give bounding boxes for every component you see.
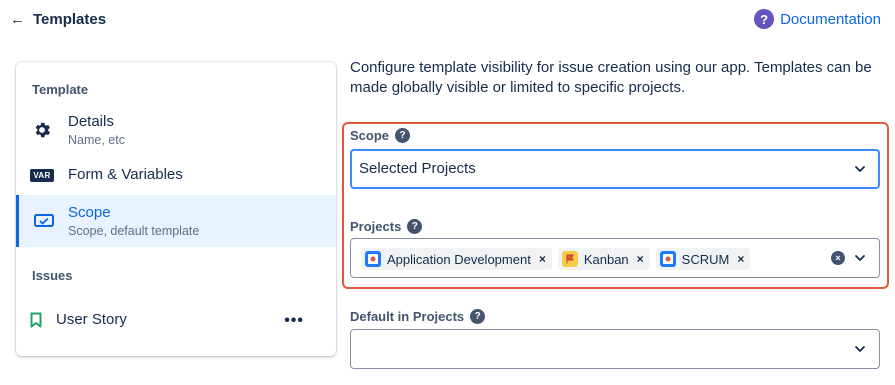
scope-label-text: Scope xyxy=(350,128,390,143)
scope-field-label: Scope ? xyxy=(350,128,411,143)
intro-text: Configure template visibility for issue … xyxy=(350,59,872,96)
default-in-projects-label: Default in Projects ? xyxy=(350,309,486,324)
sidebar-item-label: Details xyxy=(68,112,114,130)
help-icon[interactable]: ? xyxy=(395,128,411,143)
projects-field-label: Projects ? xyxy=(350,219,423,234)
project-tag-application-development: Application Development × xyxy=(361,248,552,270)
page-title[interactable]: Templates xyxy=(33,11,106,29)
issue-item-label: User Story xyxy=(56,311,127,328)
help-circle-icon[interactable]: ? xyxy=(754,9,775,29)
documentation-label[interactable]: Documentation xyxy=(780,11,881,28)
documentation-link[interactable]: ? Documentation xyxy=(754,9,881,29)
project-icon xyxy=(659,251,676,267)
tag-label: SCRUM xyxy=(681,251,730,267)
flag-icon xyxy=(561,251,578,267)
scope-select-value: Selected Projects xyxy=(359,160,476,177)
project-tag-kanban: Kanban × xyxy=(557,248,650,270)
project-tag-scrum: SCRUM × xyxy=(655,248,751,270)
back-link[interactable]: ← Templates xyxy=(10,11,106,29)
default-in-projects-select[interactable] xyxy=(350,329,880,369)
project-icon xyxy=(365,251,381,267)
chevron-down-icon xyxy=(855,166,865,172)
sidebar-item-sublabel: Scope, default template xyxy=(68,223,200,238)
sidebar-item-scope[interactable]: Scope Scope, default template xyxy=(16,195,336,247)
template-nav-card: Template Details Name, etc VAR Form & Va… xyxy=(16,62,336,356)
more-actions-icon[interactable]: ••• xyxy=(284,312,304,330)
default-in-projects-label-text: Default in Projects xyxy=(350,309,465,324)
remove-tag-icon[interactable]: × xyxy=(635,252,646,266)
top-bar: ← Templates ? Documentation xyxy=(0,0,895,42)
remove-tag-icon[interactable]: × xyxy=(735,252,746,266)
scope-select[interactable]: Selected Projects xyxy=(350,149,880,189)
clear-selection-icon[interactable]: × xyxy=(831,251,845,265)
chevron-down-icon xyxy=(855,346,865,352)
var-badge: VAR xyxy=(30,168,54,182)
help-icon[interactable]: ? xyxy=(407,219,423,234)
sidebar-item-sublabel: Name, etc xyxy=(68,132,125,147)
remove-tag-icon[interactable]: × xyxy=(537,252,548,266)
sidebar-item-details[interactable]: Details Name, etc xyxy=(16,112,336,148)
projects-multiselect[interactable]: Application Development × Kanban × SCRUM… xyxy=(350,238,880,278)
projects-label-text: Projects xyxy=(350,219,402,234)
scope-icon xyxy=(19,213,68,229)
template-section-title: Template xyxy=(32,82,89,97)
sidebar-item-label: Scope xyxy=(68,203,111,221)
back-arrow-icon[interactable]: ← xyxy=(10,11,25,29)
tag-label: Application Development xyxy=(387,251,531,267)
sidebar-item-label: Form & Variables xyxy=(68,166,183,183)
help-icon[interactable]: ? xyxy=(470,309,486,324)
tag-label: Kanban xyxy=(583,251,629,267)
chevron-down-icon xyxy=(855,255,865,261)
gear-icon xyxy=(16,120,68,140)
issues-section-title: Issues xyxy=(32,268,73,283)
bookmark-icon xyxy=(16,312,56,328)
var-icon: VAR xyxy=(16,168,68,182)
sidebar-item-form-variables[interactable]: VAR Form & Variables xyxy=(16,164,336,186)
